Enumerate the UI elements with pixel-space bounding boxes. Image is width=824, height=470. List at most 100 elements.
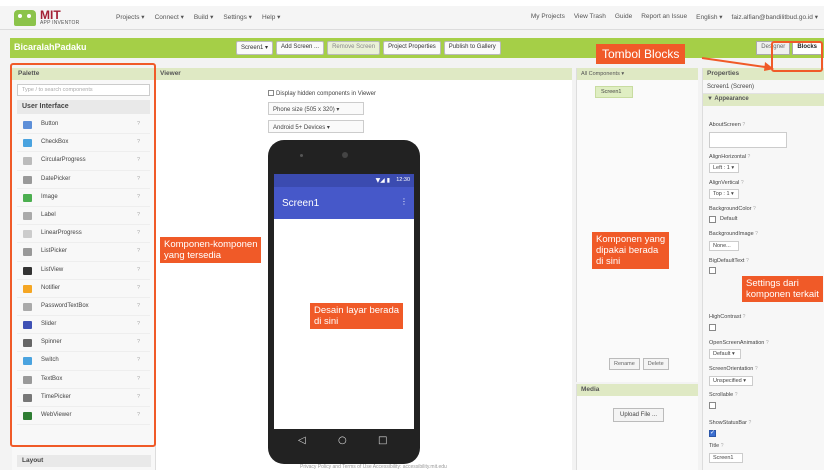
prop-background-image-label: BackgroundImage ? — [709, 231, 758, 237]
footer-links[interactable]: Privacy Policy and Terms of Use Accessib… — [300, 464, 447, 470]
high-contrast-checkbox[interactable] — [709, 324, 716, 331]
prop-scrollable-text: Scrollable — [709, 392, 734, 398]
link-my-projects[interactable]: My Projects — [531, 13, 565, 21]
appearance-section-toggle[interactable]: ▼ Appearance — [703, 94, 824, 106]
media-panel: Media Upload File ... — [576, 384, 698, 470]
big-default-text-checkbox[interactable] — [709, 267, 716, 274]
android-version-select[interactable]: Android 5+ Devices ▾ — [268, 120, 364, 133]
mit-app-inventor-logo[interactable]: MIT APP INVENTOR — [14, 8, 84, 28]
open-screen-animation-select[interactable]: Default ▾ — [709, 349, 741, 359]
menu-projects[interactable]: Projects ▾ — [116, 13, 145, 21]
screen-buttons: Screen1 ▾ Add Screen ... Remove Screen P… — [236, 41, 501, 55]
prop-show-status-bar-label: ShowStatusBar ? — [709, 420, 751, 426]
menu-help[interactable]: Help ▾ — [262, 13, 280, 21]
add-screen-button[interactable]: Add Screen ... — [276, 41, 325, 55]
arrow-line — [701, 57, 773, 69]
align-vertical-select[interactable]: Top : 1 ▾ — [709, 189, 739, 199]
help-icon[interactable]: ? — [755, 366, 758, 372]
publish-gallery-button[interactable]: Publish to Gallery — [443, 41, 501, 55]
about-screen-textarea[interactable] — [709, 132, 787, 148]
components-panel: All Components ▾ Screen1 Rename Delete — [576, 68, 698, 382]
prop-align-vertical-label: AlignVertical ? — [709, 180, 744, 186]
delete-button[interactable]: Delete — [642, 358, 669, 370]
phone-screen-canvas[interactable]: ▼◢ ▮ 12:30 Screen1 ⋮ — [274, 174, 414, 429]
prop-about-screen-label: AboutScreen ? — [709, 122, 745, 128]
background-color-value[interactable]: Default — [720, 216, 737, 222]
display-hidden-checkbox[interactable]: Display hidden components in Viewer — [268, 90, 376, 97]
phone-mockup: ▼◢ ▮ 12:30 Screen1 ⋮ ◁ ○ □ — [268, 140, 420, 464]
help-icon[interactable]: ? — [735, 392, 738, 398]
background-color-swatch[interactable] — [709, 216, 716, 223]
prop-background-color-text: BackgroundColor — [709, 206, 752, 212]
screen-title: Screen1 — [282, 198, 320, 209]
screen-select[interactable]: Screen1 ▾ — [236, 41, 274, 55]
components-filter-select[interactable]: All Components ▾ — [577, 68, 698, 80]
background-image-picker[interactable]: None... — [709, 241, 739, 251]
screen-orientation-select[interactable]: Unspecified ▾ — [709, 376, 753, 386]
help-icon[interactable]: ? — [755, 231, 758, 237]
align-horizontal-select[interactable]: Left : 1 ▾ — [709, 163, 739, 173]
prop-title-label: Title ? — [709, 443, 724, 449]
rename-button[interactable]: Rename — [609, 358, 640, 370]
link-report-issue[interactable]: Report an Issue — [641, 13, 687, 21]
android-nav-bar: ◁ ○ □ — [274, 431, 414, 455]
link-view-trash[interactable]: View Trash — [574, 13, 606, 21]
account-menu: My Projects View Trash Guide Report an I… — [531, 13, 818, 21]
help-icon[interactable]: ? — [742, 122, 745, 128]
properties-callout: Settings dari komponen terkait — [742, 276, 823, 302]
help-icon[interactable]: ? — [746, 258, 749, 264]
title-textbox[interactable]: Screen1 — [709, 453, 743, 463]
menu-connect[interactable]: Connect ▾ — [155, 13, 184, 21]
blocks-highlight-box — [771, 41, 823, 72]
prop-open-screen-animation-text: OpenScreenAnimation — [709, 340, 765, 346]
component-actions: Rename Delete — [609, 358, 669, 370]
help-icon[interactable]: ? — [743, 314, 746, 320]
viewer-panel: Viewer Display hidden components in View… — [156, 68, 572, 470]
prop-align-vertical-text: AlignVertical — [709, 180, 740, 186]
project-name: BicaralahPadaku — [14, 42, 87, 52]
android-status-bar: ▼◢ ▮ 12:30 — [274, 174, 414, 187]
help-icon[interactable]: ? — [721, 443, 724, 449]
scrollable-checkbox[interactable] — [709, 402, 716, 409]
prop-screen-orientation-text: ScreenOrientation — [709, 366, 754, 372]
link-guide[interactable]: Guide — [615, 13, 632, 21]
language-menu[interactable]: English ▾ — [696, 13, 722, 21]
palette-category-layout[interactable]: Layout — [17, 455, 151, 467]
checkbox-box[interactable] — [268, 90, 274, 96]
components-callout: Komponen yang dipakai berada di sini — [592, 232, 670, 269]
project-properties-button[interactable]: Project Properties — [383, 41, 441, 55]
prop-title-text: Title — [709, 443, 720, 449]
show-status-bar-checkbox[interactable] — [709, 429, 716, 437]
help-icon[interactable]: ? — [748, 154, 751, 160]
signal-battery-icon: ▼◢ ▮ — [375, 177, 390, 184]
android-robot-icon — [14, 10, 36, 26]
phone-camera-icon — [342, 152, 348, 158]
viewer-title: Viewer — [156, 68, 572, 80]
blocks-arrow — [701, 57, 774, 71]
prop-align-horizontal-label: AlignHorizontal ? — [709, 154, 750, 160]
properties-panel: Properties Screen1 (Screen) ▼ Appearance… — [702, 68, 824, 470]
help-icon[interactable]: ? — [753, 206, 756, 212]
properties-target: Screen1 (Screen) — [703, 80, 824, 94]
remove-screen-button[interactable]: Remove Screen — [327, 41, 381, 55]
prop-about-screen-text: AboutScreen — [709, 122, 741, 128]
upload-file-button[interactable]: Upload File ... — [613, 408, 665, 422]
menu-build[interactable]: Build ▾ — [194, 13, 214, 21]
menu-settings[interactable]: Settings ▾ — [223, 13, 252, 21]
main-menu: Projects ▾ Connect ▾ Build ▾ Settings ▾ … — [116, 13, 280, 21]
media-title: Media — [577, 384, 698, 396]
prop-open-screen-animation-label: OpenScreenAnimation ? — [709, 340, 769, 346]
prop-high-contrast-label: HighContrast ? — [709, 314, 745, 320]
help-icon[interactable]: ? — [766, 340, 769, 346]
prop-show-status-bar-text: ShowStatusBar — [709, 420, 747, 426]
prop-background-image-text: BackgroundImage — [709, 231, 754, 237]
help-icon[interactable]: ? — [748, 420, 751, 426]
phone-size-select[interactable]: Phone size (505 x 320) ▾ — [268, 102, 364, 115]
blocks-callout: Tombol Blocks — [596, 44, 686, 64]
arrow-head — [764, 62, 774, 71]
component-tree-screen1[interactable]: Screen1 — [595, 86, 633, 98]
account-email-menu[interactable]: faiz.alfian@bandilitbud.go.id ▾ — [732, 13, 818, 21]
help-icon[interactable]: ? — [741, 180, 744, 186]
prop-screen-orientation-label: ScreenOrientation ? — [709, 366, 758, 372]
display-hidden-label: Display hidden components in Viewer — [276, 91, 376, 97]
